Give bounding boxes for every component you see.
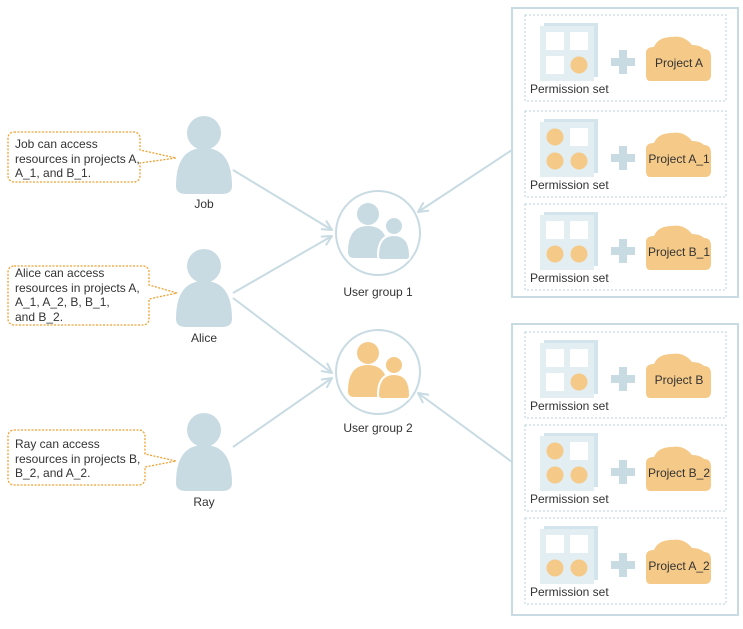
plus-icon xyxy=(611,460,635,484)
connector-alice-group2 xyxy=(232,297,332,373)
user-group-2-icon xyxy=(335,329,421,415)
permission-cell xyxy=(546,373,564,391)
permission-cell xyxy=(546,221,564,239)
plus-icon xyxy=(611,553,635,577)
permission-dot xyxy=(570,373,588,391)
user-group-2-label: User group 2 xyxy=(343,421,413,435)
permission-dot xyxy=(570,466,588,484)
connector-panel1-group1 xyxy=(418,149,513,212)
permission-cell xyxy=(570,32,588,50)
user-group-1-icon xyxy=(335,190,421,276)
permission-set-label: Permission set xyxy=(530,585,609,599)
project-label: Project A xyxy=(654,56,704,70)
permission-cell xyxy=(546,535,564,553)
connector-job-group1 xyxy=(232,169,332,230)
permission-dot xyxy=(546,128,564,146)
permission-set-icon xyxy=(540,119,598,177)
permission-dot xyxy=(570,559,588,577)
person-icon-job xyxy=(176,116,232,194)
permission-set-icon xyxy=(540,23,598,81)
permission-dot xyxy=(546,442,564,460)
plus-icon xyxy=(611,367,635,391)
connector-ray-group2 xyxy=(232,378,332,448)
permission-set-icon xyxy=(540,340,598,398)
permission-cell xyxy=(546,32,564,50)
permission-set-icon xyxy=(540,433,598,491)
project-label: Project B_2 xyxy=(647,466,711,480)
user-name-ray: Ray xyxy=(193,495,215,509)
permission-dot xyxy=(546,466,564,484)
permission-set-label: Permission set xyxy=(530,82,609,96)
permission-cell xyxy=(570,128,588,146)
permission-cell xyxy=(570,535,588,553)
permission-set-label: Permission set xyxy=(530,271,609,285)
project-label: Project B xyxy=(654,373,704,387)
permission-dot xyxy=(570,152,588,170)
permission-dot xyxy=(546,559,564,577)
permission-dot xyxy=(546,245,564,263)
permission-set-label: Permission set xyxy=(530,399,609,413)
permission-dot xyxy=(570,245,588,263)
permission-cell xyxy=(570,349,588,367)
user-group-1-label: User group 1 xyxy=(343,285,413,299)
callout-ray-text: Ray can access resources in projects B, … xyxy=(15,437,141,480)
plus-icon xyxy=(611,50,635,74)
person-icon-ray xyxy=(176,413,232,491)
plus-icon xyxy=(611,146,635,170)
user-name-job: Job xyxy=(194,197,214,211)
project-label: Project B_1 xyxy=(647,245,711,259)
permission-set-label: Permission set xyxy=(530,492,609,506)
project-label: Project A_1 xyxy=(648,152,710,166)
permission-cell xyxy=(546,56,564,74)
permission-set-label: Permission set xyxy=(530,178,609,192)
plus-icon xyxy=(611,239,635,263)
permission-dot xyxy=(546,152,564,170)
project-label: Project A_2 xyxy=(648,559,710,573)
user-name-alice: Alice xyxy=(190,331,217,345)
permission-cell xyxy=(570,221,588,239)
person-icon-alice xyxy=(176,249,232,327)
callout-job-text: Job can access resources in projects A, … xyxy=(15,137,140,180)
permission-cell xyxy=(570,442,588,460)
permission-set-icon xyxy=(540,526,598,584)
permission-cell xyxy=(546,349,564,367)
permission-dot xyxy=(570,56,588,74)
callout-alice-text: Alice can access resources in projects A… xyxy=(15,266,140,324)
permission-set-icon xyxy=(540,212,598,270)
